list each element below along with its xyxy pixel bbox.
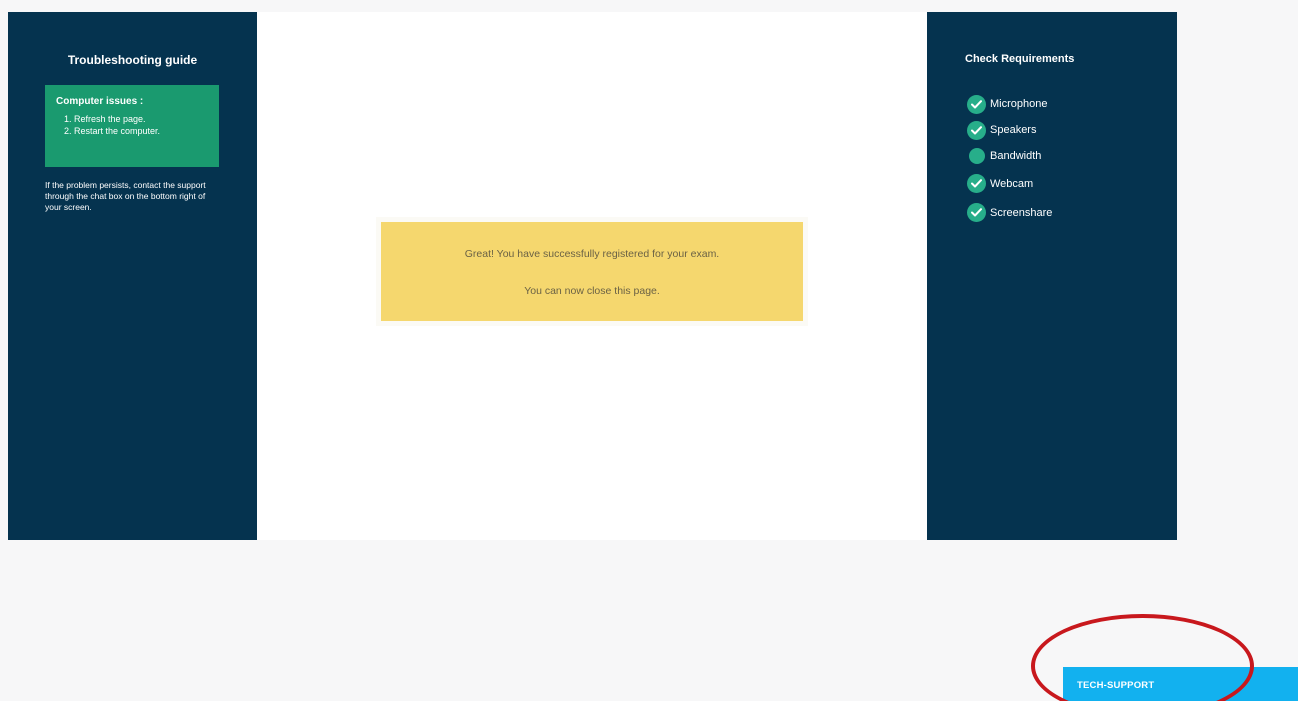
tech-support-button[interactable]: TECH-SUPPORT — [1063, 667, 1298, 701]
requirement-speakers: Speakers — [967, 117, 1052, 143]
check-circle-icon — [967, 94, 986, 114]
check-circle-icon — [967, 174, 986, 193]
troubleshooting-title: Troubleshooting guide — [67, 53, 198, 67]
computer-issues-title: Computer issues : — [56, 96, 144, 107]
page: Troubleshooting guide Computer issues : … — [0, 0, 1298, 701]
persist-help-text: If the problem persists, contact the sup… — [45, 180, 206, 212]
requirement-label: Speakers — [990, 124, 1037, 136]
check-circle-icon — [967, 203, 986, 222]
requirement-label: Microphone — [990, 98, 1048, 110]
requirement-label: Webcam — [990, 177, 1034, 190]
requirements-title: Check Requirements — [965, 53, 1075, 65]
status-dot-icon — [969, 148, 985, 164]
close-page-message-line: You can now close this page. — [524, 285, 660, 297]
computer-issues-box: Computer issues : 1. Refresh the page. 2… — [45, 85, 219, 167]
requirement-bandwidth: Bandwidth — [967, 143, 1052, 169]
troubleshooting-step: 2. Restart the computer. — [64, 126, 161, 136]
requirement-label: Bandwidth — [990, 150, 1042, 162]
requirement-webcam: Webcam — [967, 169, 1052, 198]
registration-success-message: Great! You have successfully registered … — [381, 222, 803, 321]
troubleshooting-steps: 1. Refresh the page. 2. Restart the comp… — [56, 113, 219, 137]
troubleshooting-panel: Troubleshooting guide Computer issues : … — [8, 12, 257, 540]
requirement-label: Screenshare — [990, 206, 1053, 219]
requirements-panel: Check Requirements Microphone Speakers B… — [927, 12, 1177, 540]
requirement-screenshare: Screenshare — [967, 198, 1052, 227]
requirement-microphone: Microphone — [967, 91, 1052, 117]
check-circle-icon — [967, 120, 986, 140]
requirements-list: Microphone Speakers Bandwidth Webcam Scr… — [967, 91, 1052, 227]
success-message-line: Great! You have successfully registered … — [464, 248, 720, 260]
troubleshooting-step: 1. Refresh the page. — [64, 114, 146, 124]
